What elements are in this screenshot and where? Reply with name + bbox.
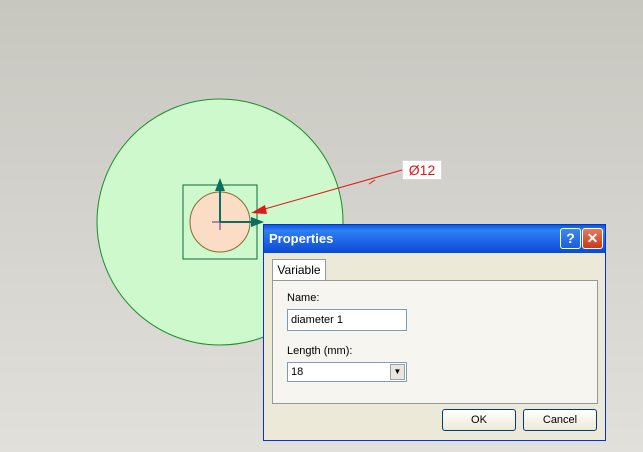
- close-button[interactable]: ✕: [582, 228, 603, 249]
- length-select[interactable]: 18 ▼: [287, 362, 407, 382]
- ok-button[interactable]: OK: [442, 409, 516, 431]
- length-label: Length (mm):: [287, 345, 353, 357]
- help-button[interactable]: ?: [560, 228, 581, 249]
- cancel-button[interactable]: Cancel: [523, 409, 597, 431]
- tab-variable[interactable]: Variable: [272, 259, 326, 281]
- close-icon: ✕: [586, 230, 599, 246]
- dimension-label[interactable]: Ø12: [402, 160, 442, 180]
- dialog-title: Properties: [269, 231, 334, 246]
- name-label: Name:: [287, 292, 320, 304]
- properties-dialog: Properties ? ✕ Variable Name: Length (mm…: [263, 224, 606, 441]
- dialog-title-bar[interactable]: Properties ? ✕: [264, 225, 605, 253]
- help-icon: ?: [566, 230, 575, 246]
- length-value: 18: [291, 366, 304, 378]
- dimension-tick: [368, 179, 376, 185]
- chevron-down-icon[interactable]: ▼: [390, 364, 405, 380]
- variable-panel: Name: Length (mm): 18 ▼: [272, 280, 598, 404]
- name-input[interactable]: [287, 309, 407, 331]
